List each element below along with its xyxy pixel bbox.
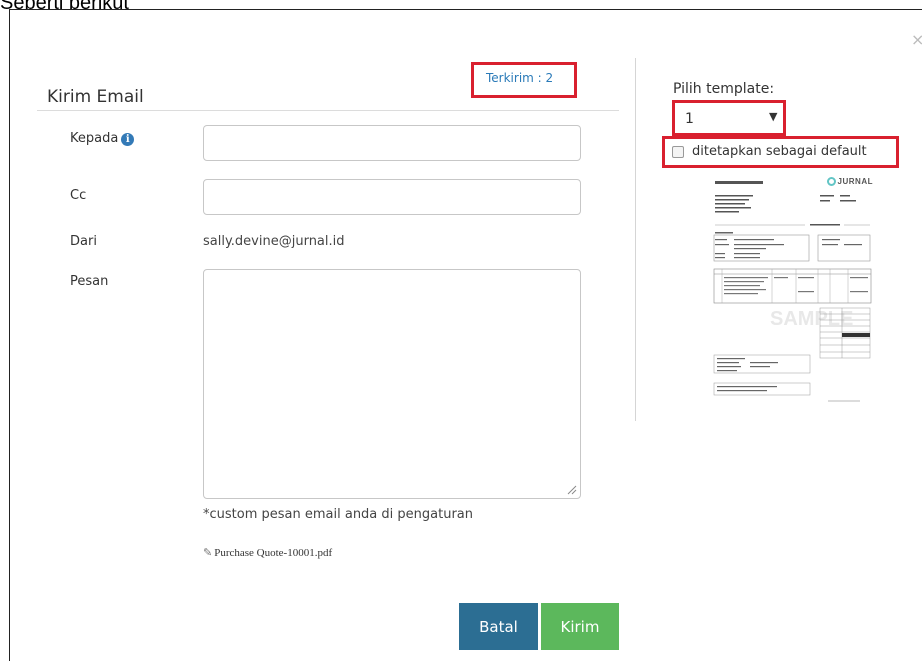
attachment[interactable]: ✎ Purchase Quote-10001.pdf bbox=[203, 546, 332, 559]
send-button[interactable]: Kirim bbox=[541, 603, 619, 650]
default-checkbox-label[interactable]: ditetapkan sebagai default bbox=[692, 144, 867, 159]
vertical-divider bbox=[635, 58, 636, 421]
info-icon[interactable]: i bbox=[121, 133, 135, 146]
preview-logo-text: JURNAL bbox=[837, 177, 873, 186]
template-select[interactable]: 1 ▼ bbox=[672, 100, 786, 136]
template-label: Pilih template: bbox=[673, 81, 775, 97]
to-label-text: Kepada bbox=[70, 131, 119, 146]
sent-count-link[interactable]: Terkirim : 2 bbox=[486, 71, 553, 85]
message-note: *custom pesan email anda di pengaturan bbox=[203, 507, 473, 522]
template-preview[interactable]: JURNAL SAMPLE bbox=[710, 173, 875, 410]
paperclip-icon: ✎ bbox=[203, 547, 213, 559]
close-icon[interactable]: × bbox=[911, 30, 922, 49]
from-label: Dari bbox=[70, 234, 97, 249]
send-email-modal: × Kirim Email Terkirim : 2 Kepadai Cc Da… bbox=[9, 9, 922, 661]
header-divider bbox=[37, 110, 619, 111]
resize-handle-icon[interactable] bbox=[567, 485, 577, 495]
sent-count-highlight: Terkirim : 2 bbox=[471, 62, 577, 98]
svg-text:SAMPLE: SAMPLE bbox=[770, 308, 853, 330]
from-value: sally.devine@jurnal.id bbox=[203, 234, 345, 249]
jurnal-logo-icon bbox=[826, 177, 836, 186]
message-label: Pesan bbox=[70, 274, 109, 289]
attachment-name[interactable]: Purchase Quote-10001.pdf bbox=[214, 547, 332, 559]
default-checkbox-highlight: ditetapkan sebagai default bbox=[662, 136, 899, 168]
template-select-value: 1 bbox=[685, 111, 694, 127]
cc-label: Cc bbox=[70, 188, 87, 203]
invoice-thumbnail-icon: SAMPLE bbox=[713, 181, 872, 402]
message-textarea[interactable] bbox=[203, 269, 581, 499]
dropdown-arrow-icon: ▼ bbox=[769, 110, 778, 123]
cancel-button[interactable]: Batal bbox=[459, 603, 538, 650]
modal-title: Kirim Email bbox=[47, 87, 144, 107]
cc-input[interactable] bbox=[203, 179, 581, 215]
preview-logo: JURNAL bbox=[826, 177, 873, 186]
default-checkbox[interactable] bbox=[672, 146, 684, 158]
to-label: Kepada i bbox=[70, 131, 135, 146]
to-input[interactable] bbox=[203, 125, 581, 161]
